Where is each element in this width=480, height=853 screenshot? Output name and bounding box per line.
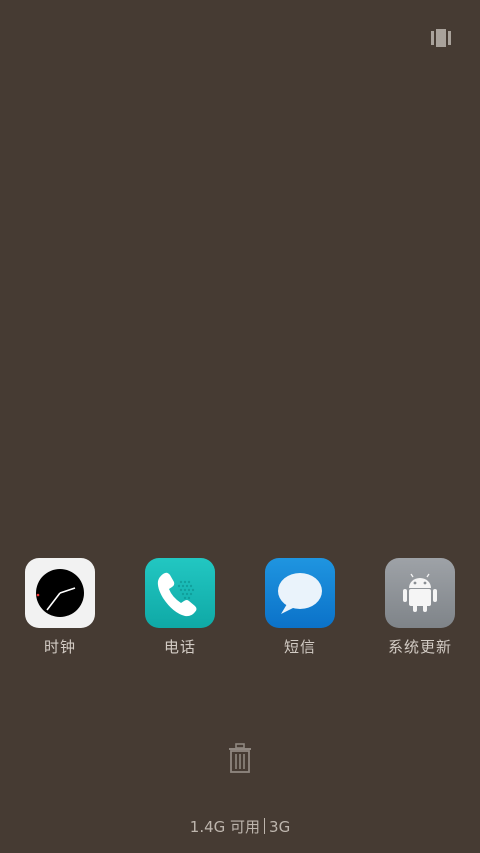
app-messages[interactable]: 短信: [255, 558, 345, 663]
app-label-messages: 短信: [283, 638, 316, 656]
separator: [264, 818, 266, 834]
phone-icon[interactable]: [145, 558, 215, 628]
app-clock[interactable]: 时钟: [15, 558, 105, 663]
app-label-system-update: 系统更新: [387, 638, 452, 656]
network-type-text: 3G: [269, 818, 291, 836]
app-label-clock: 时钟: [43, 638, 76, 656]
recent-apps-row: 时钟 电话 短信 系统更新: [0, 558, 480, 668]
recent-apps-icon[interactable]: [430, 28, 452, 48]
clock-icon[interactable]: [25, 558, 95, 628]
memory-status: 1.4G 可用 3G: [0, 816, 480, 837]
app-phone[interactable]: 电话: [135, 558, 225, 663]
app-system-update[interactable]: 系统更新: [375, 558, 465, 663]
trash-icon[interactable]: [226, 742, 254, 774]
app-label-phone: 电话: [163, 638, 196, 656]
memory-available-text: 1.4G 可用: [189, 818, 261, 836]
android-icon[interactable]: [385, 558, 455, 628]
message-icon[interactable]: [265, 558, 335, 628]
